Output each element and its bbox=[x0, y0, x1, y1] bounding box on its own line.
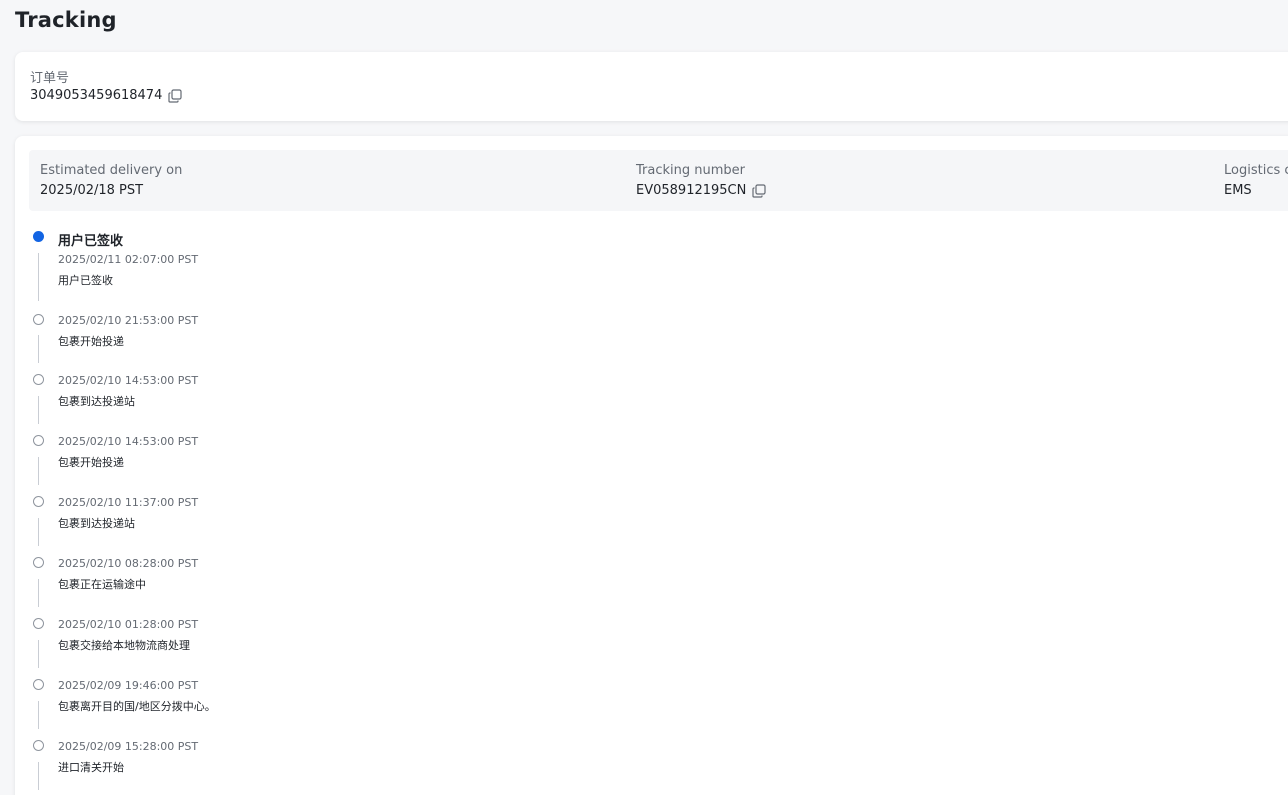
timeline-line bbox=[38, 253, 39, 301]
timeline-event-desc: 进口清关开始 bbox=[58, 761, 124, 774]
timeline-line bbox=[38, 640, 39, 668]
timeline-event-time: 2025/02/09 15:28:00 PST bbox=[58, 740, 199, 753]
timeline-dot bbox=[33, 679, 44, 690]
timeline-dot bbox=[33, 496, 44, 507]
shipment-info-strip: Estimated delivery on 2025/02/18 PST Tra… bbox=[29, 150, 1288, 211]
timeline-event-time: 2025/02/10 21:53:00 PST bbox=[58, 314, 199, 327]
timeline-current-status: 用户已签收 bbox=[58, 234, 124, 249]
timeline-dot-active bbox=[33, 231, 44, 242]
timeline-line bbox=[38, 457, 39, 485]
timeline-event-time: 2025/02/11 02:07:00 PST bbox=[58, 253, 199, 266]
timeline-dot bbox=[33, 435, 44, 446]
tracking-number: Tracking number EV058912195CN bbox=[636, 163, 766, 198]
timeline-event-desc: 包裹到达投递站 bbox=[58, 395, 135, 408]
timeline-dot bbox=[33, 740, 44, 751]
timeline-line bbox=[38, 579, 39, 607]
tracking-number-label: Tracking number bbox=[636, 163, 745, 178]
copy-icon[interactable] bbox=[752, 183, 766, 198]
timeline-dot bbox=[33, 618, 44, 629]
timeline-line bbox=[38, 396, 39, 424]
timeline-event-time: 2025/02/10 14:53:00 PST bbox=[58, 374, 199, 387]
timeline-event-desc: 包裹到达投递站 bbox=[58, 517, 135, 530]
estimated-delivery: Estimated delivery on 2025/02/18 PST bbox=[40, 163, 182, 198]
timeline-event-time: 2025/02/10 01:28:00 PST bbox=[58, 618, 199, 631]
timeline-dot bbox=[33, 557, 44, 568]
timeline-event-time: 2025/02/09 19:46:00 PST bbox=[58, 679, 199, 692]
timeline-event-time: 2025/02/10 08:28:00 PST bbox=[58, 557, 199, 570]
page-title: Tracking bbox=[15, 8, 117, 32]
tracking-number-row: EV058912195CN bbox=[636, 183, 766, 198]
copy-icon[interactable] bbox=[168, 88, 182, 103]
timeline-dot bbox=[33, 314, 44, 325]
order-number-label: 订单号 bbox=[30, 71, 70, 86]
timeline-dot bbox=[33, 374, 44, 385]
timeline-event-time: 2025/02/10 11:37:00 PST bbox=[58, 496, 199, 509]
logistics-carrier: Logistics carrier EMS bbox=[1224, 163, 1288, 198]
timeline-line bbox=[38, 518, 39, 546]
timeline-line bbox=[38, 762, 39, 790]
logistics-carrier-label: Logistics carrier bbox=[1224, 163, 1288, 178]
estimated-delivery-label: Estimated delivery on bbox=[40, 163, 183, 178]
order-number-row: 3049053459618474 bbox=[30, 88, 182, 103]
tracking-page: Tracking 订单号 3049053459618474 Estimated … bbox=[0, 0, 1288, 795]
order-card: 订单号 3049053459618474 bbox=[15, 52, 1288, 121]
logistics-carrier-value: EMS bbox=[1224, 183, 1252, 198]
timeline-line bbox=[38, 335, 39, 363]
tracking-number-value: EV058912195CN bbox=[636, 183, 747, 198]
tracking-card: Estimated delivery on 2025/02/18 PST Tra… bbox=[15, 136, 1288, 795]
timeline-event-time: 2025/02/10 14:53:00 PST bbox=[58, 435, 199, 448]
order-number-value: 3049053459618474 bbox=[30, 88, 163, 103]
timeline-line bbox=[38, 701, 39, 729]
timeline-event-desc: 包裹开始投递 bbox=[58, 335, 124, 348]
estimated-delivery-value: 2025/02/18 PST bbox=[40, 183, 144, 198]
timeline-event-desc: 包裹开始投递 bbox=[58, 456, 124, 469]
timeline-event-desc: 包裹离开目的国/地区分拨中心。 bbox=[58, 700, 216, 713]
timeline-event-desc: 包裹正在运输途中 bbox=[58, 578, 146, 591]
timeline-event-desc: 包裹交接给本地物流商处理 bbox=[58, 639, 190, 652]
timeline-event-desc: 用户已签收 bbox=[58, 274, 113, 287]
